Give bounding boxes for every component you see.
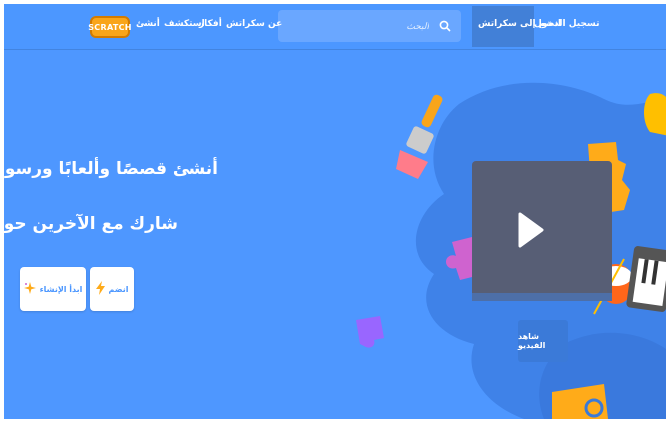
- join-button-label: انضم: [108, 284, 129, 294]
- hero-subhead: شارك مع الآخرين حول العالم: [4, 214, 178, 234]
- puzzle-icon-small: [356, 316, 384, 348]
- join-button[interactable]: انضم: [90, 267, 134, 311]
- start-creating-button[interactable]: ابدأ الإنشاء: [20, 267, 86, 311]
- play-icon[interactable]: [516, 212, 544, 248]
- sparkle-icon: [23, 282, 36, 296]
- watch-video-button[interactable]: شاهد الفيديو: [518, 320, 568, 362]
- page-frame: تسجيل الدخول انضم إلى سكراتش عن سكراتش أ…: [4, 4, 666, 419]
- lightning-icon: [95, 281, 105, 297]
- start-creating-label: ابدأ الإنشاء: [39, 284, 83, 294]
- hero-headline: أنشئ قصصًا وألعابًا ورسومًا متحركة: [4, 159, 218, 179]
